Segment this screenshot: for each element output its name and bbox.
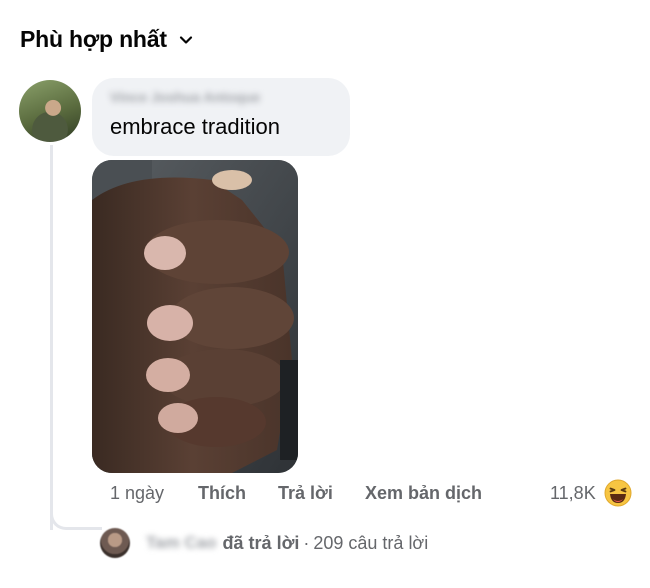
thread-connector xyxy=(50,500,102,530)
avatar[interactable] xyxy=(19,80,81,142)
comment-time[interactable]: 1 ngày xyxy=(110,483,164,504)
sort-dropdown[interactable]: Phù hợp nhất xyxy=(20,26,193,53)
reply-avatar xyxy=(100,528,130,558)
chevron-down-icon xyxy=(179,35,192,44)
sort-label: Phù hợp nhất xyxy=(20,26,167,52)
comment-actions: 1 ngày Thích Trả lời Xem bản dịch 11,8K xyxy=(110,479,640,507)
translate-button[interactable]: Xem bản dịch xyxy=(365,483,482,504)
view-replies[interactable]: Tam Cao đã trả lời · 209 câu trả lời xyxy=(100,527,428,559)
comment-text: embrace tradition xyxy=(110,114,280,139)
like-button[interactable]: Thích xyxy=(198,483,246,504)
comment-photo[interactable] xyxy=(92,160,298,473)
reaction-count[interactable]: 11,8K xyxy=(550,483,596,504)
reply-count: 209 câu trả lời xyxy=(313,532,429,553)
reply-button[interactable]: Trả lời xyxy=(278,483,333,504)
comment-bubble: Vince Joshua Antoque embrace tradition xyxy=(92,78,350,156)
thread-line xyxy=(50,145,53,530)
separator-dot: · xyxy=(303,532,310,553)
haha-emoji-icon[interactable] xyxy=(604,479,632,512)
reply-action: đã trả lời xyxy=(222,532,300,553)
reply-author: Tam Cao xyxy=(146,533,217,552)
comment-author[interactable]: Vince Joshua Antoque xyxy=(110,89,332,105)
